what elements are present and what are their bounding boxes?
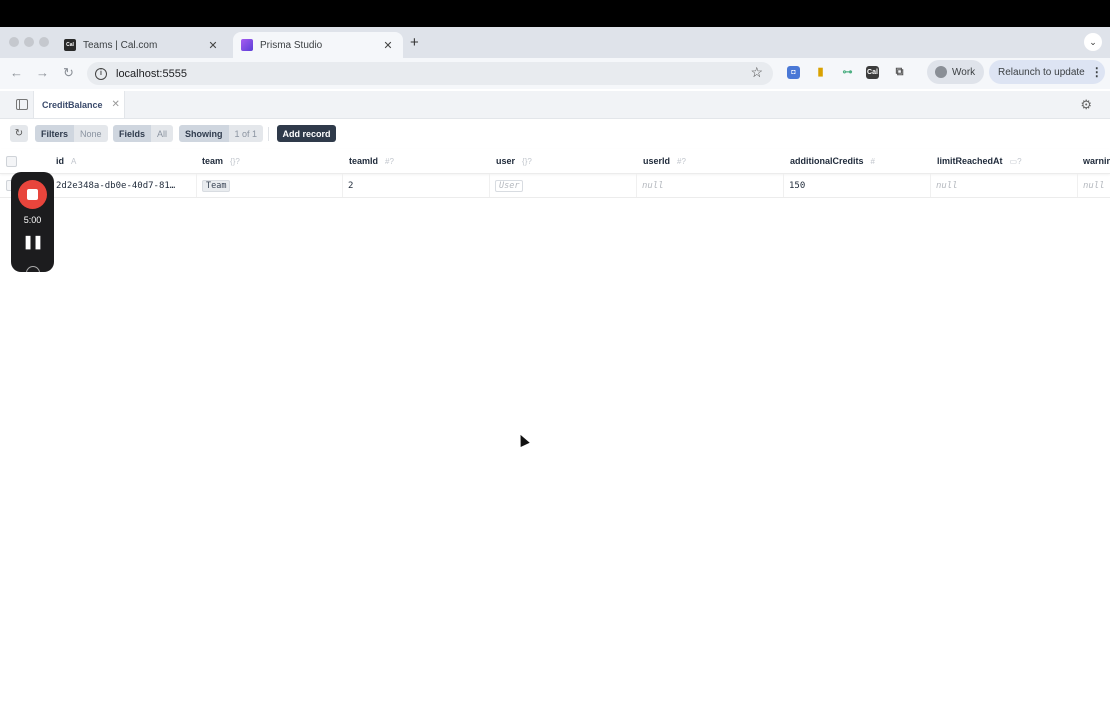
- extension-cal-icon[interactable]: Cal: [866, 66, 879, 79]
- cell-limitreachedat[interactable]: null: [931, 174, 1078, 197]
- column-header-id[interactable]: id A: [56, 149, 196, 173]
- stop-icon: [27, 189, 38, 200]
- tab-strip: Cal Teams | Cal.com ✕ Prisma Studio ✕ + …: [0, 27, 1110, 58]
- divider: [268, 127, 269, 141]
- column-header-team[interactable]: team {}?: [202, 149, 342, 173]
- table-header: id A team {}? teamId #? user {}? userId #? ad…: [0, 149, 1110, 174]
- cell-additionalcredits[interactable]: 150: [784, 174, 931, 197]
- mouse-cursor-icon: [516, 432, 530, 447]
- fields-value: All: [151, 125, 174, 142]
- address-bar[interactable]: i localhost:5555 ☆: [87, 62, 773, 85]
- column-type: #?: [385, 156, 394, 166]
- column-type: ▭?: [1009, 156, 1022, 166]
- column-header-user[interactable]: user {}?: [496, 149, 636, 173]
- cell-id[interactable]: 2d2e348a-db0e-40d7-81…: [51, 174, 197, 197]
- table-row[interactable]: 2d2e348a-db0e-40d7-81… Team 2 User null …: [0, 174, 1110, 198]
- column-name: teamId: [349, 156, 379, 166]
- tab-search-button[interactable]: ⌄: [1084, 33, 1102, 51]
- showing-value: 1 of 1: [228, 125, 264, 142]
- extension-shield-icon[interactable]: ◘: [787, 66, 800, 79]
- relaunch-label: Relaunch to update: [998, 66, 1085, 78]
- close-icon[interactable]: ✕: [381, 39, 395, 52]
- back-icon[interactable]: ←: [10, 65, 23, 80]
- extensions-puzzle-icon[interactable]: ⧉: [893, 66, 906, 79]
- cell-teamid[interactable]: 2: [343, 174, 490, 197]
- stop-recording-button[interactable]: [18, 180, 47, 209]
- column-type: {}?: [522, 156, 532, 166]
- prisma-favicon-icon: [241, 39, 253, 51]
- url-text: localhost:5555: [116, 67, 187, 80]
- column-name: team: [202, 156, 224, 166]
- column-type: #: [870, 156, 875, 166]
- browser-window: Cal Teams | Cal.com ✕ Prisma Studio ✕ + …: [0, 27, 1110, 720]
- extension-chart-icon[interactable]: ▮: [814, 66, 827, 79]
- relation-chip-user[interactable]: User: [495, 179, 524, 192]
- column-name: id: [56, 156, 64, 166]
- studio-action-bar: ↻ Filters None Fields All Showing 1 of 1…: [0, 119, 1110, 148]
- window-minimize-dot[interactable]: [24, 37, 34, 47]
- forward-icon[interactable]: →: [36, 65, 49, 80]
- window-close-dot[interactable]: [9, 37, 19, 47]
- close-icon[interactable]: ✕: [112, 99, 120, 110]
- tab-title: Prisma Studio: [260, 39, 323, 51]
- cell-userid[interactable]: null: [637, 174, 784, 197]
- gear-icon[interactable]: ⚙: [1080, 97, 1092, 113]
- fields-label: Fields: [113, 125, 152, 142]
- select-all-checkbox[interactable]: [6, 156, 17, 167]
- cell-team[interactable]: Team: [197, 174, 343, 197]
- model-tab-creditbalance[interactable]: CreditBalance ✕: [33, 91, 125, 118]
- column-type: {}?: [230, 156, 240, 166]
- column-name: warningSentAt: [1083, 156, 1110, 166]
- profile-label: Work: [952, 66, 976, 78]
- screen-recorder-widget: 5:00 ❚❚: [11, 172, 54, 272]
- window-maximize-dot[interactable]: [39, 37, 49, 47]
- column-type: #?: [677, 156, 686, 166]
- column-name: additionalCredits: [790, 156, 864, 166]
- relation-chip-team[interactable]: Team: [202, 179, 231, 192]
- new-tab-button[interactable]: +: [410, 34, 419, 51]
- model-tab-label: CreditBalance: [42, 99, 103, 110]
- column-type: A: [71, 156, 77, 166]
- column-header-warningsentat[interactable]: warningSentAt: [1083, 149, 1110, 173]
- fields-button[interactable]: Fields All: [113, 125, 174, 142]
- tab-title: Teams | Cal.com: [83, 39, 158, 51]
- column-name: userId: [643, 156, 671, 166]
- sidebar-toggle-icon[interactable]: [16, 99, 28, 110]
- site-info-icon[interactable]: i: [95, 67, 107, 80]
- recorder-more-icon[interactable]: [26, 266, 40, 272]
- pause-icon[interactable]: ❚❚: [11, 234, 54, 250]
- tab-cal-teams[interactable]: Cal Teams | Cal.com ✕: [56, 32, 228, 58]
- filters-label: Filters: [35, 125, 75, 142]
- extension-commit-icon[interactable]: ⊶: [841, 66, 854, 79]
- column-name: user: [496, 156, 516, 166]
- avatar: [935, 66, 947, 78]
- cell-warning[interactable]: null: [1078, 174, 1110, 197]
- column-header-userid[interactable]: userId #?: [643, 149, 783, 173]
- profile-chip[interactable]: Work: [927, 60, 984, 84]
- studio-tab-bar: CreditBalance ✕ ⚙: [0, 91, 1110, 119]
- column-name: limitReachedAt: [937, 156, 1003, 166]
- browser-toolbar: ← → ↻ i localhost:5555 ☆ ◘ ▮ ⊶ Cal ⧉ Wor…: [0, 58, 1110, 89]
- recording-timer: 5:00: [23, 215, 42, 225]
- refresh-button[interactable]: ↻: [10, 125, 28, 142]
- relaunch-button[interactable]: Relaunch to update ⋮: [989, 60, 1105, 84]
- cal-favicon-icon: Cal: [64, 39, 76, 51]
- showing-label: Showing: [179, 125, 229, 142]
- column-header-teamid[interactable]: teamId #?: [349, 149, 489, 173]
- tab-prisma-studio[interactable]: Prisma Studio ✕: [233, 32, 403, 58]
- menu-kebab-icon[interactable]: ⋮: [1091, 65, 1103, 79]
- bookmark-star-icon[interactable]: ☆: [750, 64, 763, 81]
- cell-user[interactable]: User: [490, 174, 637, 197]
- reload-icon[interactable]: ↻: [63, 65, 74, 81]
- showing-button[interactable]: Showing 1 of 1: [179, 125, 264, 142]
- close-icon[interactable]: ✕: [206, 39, 220, 52]
- add-record-button[interactable]: Add record: [277, 125, 336, 142]
- column-header-additionalcredits[interactable]: additionalCredits #: [790, 149, 930, 173]
- filters-value: None: [74, 125, 108, 142]
- filters-button[interactable]: Filters None: [35, 125, 108, 142]
- column-header-limitreachedat[interactable]: limitReachedAt ▭?: [937, 149, 1077, 173]
